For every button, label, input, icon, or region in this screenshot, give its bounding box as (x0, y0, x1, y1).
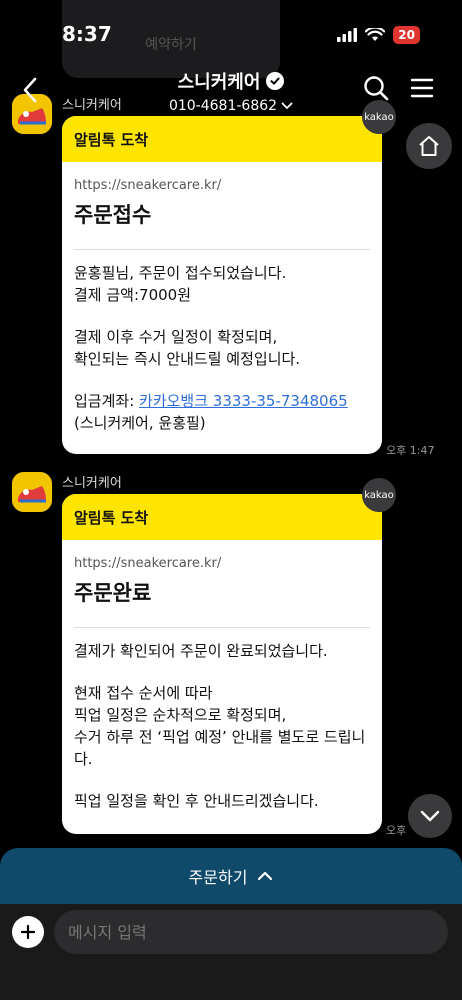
scroll-down-button[interactable] (408, 794, 452, 838)
bubble-header: 알림톡 도착 (62, 494, 382, 540)
bubble-body: https://sneakercare.kr/ 주문접수 윤홍필님, 주문이 접… (62, 162, 382, 446)
signal-icon (337, 28, 358, 42)
hamburger-menu-icon (410, 78, 434, 98)
chat-header: 스니커케어 010-4681-6862 (0, 62, 462, 118)
menu-button[interactable] (408, 74, 438, 104)
chat-title: 스니커케어 (178, 68, 285, 94)
message-paragraph: 결제가 확인되어 주문이 완료되었습니다. (74, 642, 328, 660)
search-icon (364, 76, 389, 101)
status-bar: 8:37 20 (0, 0, 462, 62)
plus-icon (20, 924, 36, 940)
kakao-badge: kakao (362, 478, 396, 512)
account-link[interactable]: 카카오뱅크 3333-35-7348065 (139, 392, 348, 410)
phone-number-text: 010-4681-6862 (168, 98, 278, 114)
message-title: 주문접수 (74, 203, 152, 227)
chat-title-area[interactable]: 스니커케어 010-4681-6862 (0, 68, 462, 114)
message-input[interactable] (54, 910, 448, 954)
search-button[interactable] (362, 74, 392, 104)
wifi-icon (365, 28, 386, 41)
chat-title-text: 스니커케어 (177, 72, 261, 93)
divider (74, 627, 370, 628)
chevron-down-icon (281, 102, 293, 110)
order-button[interactable]: 주문하기 (0, 848, 462, 904)
order-button-label: 주문하기 (188, 868, 248, 887)
message-paragraph: 픽업 일정을 확인 후 안내드리겠습니다. (74, 792, 319, 810)
account-paragraph: 입금계좌: 카카오뱅크 3333-35-7348065 (스니커케어, 윤홍필) (74, 390, 370, 434)
message-bubble[interactable]: 알림톡 도착 https://sneakercare.kr/ 주문접수 윤홍필님… (62, 116, 382, 454)
attach-button[interactable] (12, 916, 44, 948)
bubble-header: 알림톡 도착 (62, 116, 382, 162)
status-time: 8:37 (62, 22, 112, 46)
divider (74, 249, 370, 250)
chevron-up-icon (258, 871, 273, 881)
message-title: 주문완료 (74, 581, 152, 605)
phone-number[interactable]: 010-4681-6862 (169, 98, 293, 114)
home-icon (419, 136, 439, 156)
message-paragraph: 윤홍필님, 주문이 접수되었습니다. 결제 금액:7000원 (74, 264, 287, 304)
status-icons: 20 (337, 26, 420, 44)
home-button[interactable] (406, 123, 452, 169)
message-paragraph: 현재 접수 순서에 따라 픽업 일정은 순차적으로 확정되며, 수거 하루 전 … (74, 684, 366, 768)
message-input-area (0, 904, 462, 1000)
sender-avatar[interactable] (12, 472, 52, 512)
bubble-body: https://sneakercare.kr/ 주문완료 결제가 확인되어 주문… (62, 540, 382, 824)
message-time: 오후 1:47 (386, 444, 435, 457)
account-prefix: 입금계좌: (74, 392, 140, 410)
sneaker-logo-icon (12, 472, 52, 512)
message-url[interactable]: https://sneakercare.kr/ (74, 556, 370, 571)
message-bubble[interactable]: 알림톡 도착 https://sneakercare.kr/ 주문완료 결제가 … (62, 494, 382, 834)
chevron-down-icon (420, 810, 440, 822)
battery-indicator: 20 (393, 26, 420, 44)
message-paragraph: 결제 이후 수거 일정이 확정되며, 확인되는 즉시 안내드릴 예정입니다. (74, 328, 301, 368)
sender-name: 스니커케어 (62, 476, 122, 491)
message-time: 오후 (386, 824, 407, 837)
message-url[interactable]: https://sneakercare.kr/ (74, 178, 370, 193)
verified-icon (266, 72, 285, 90)
